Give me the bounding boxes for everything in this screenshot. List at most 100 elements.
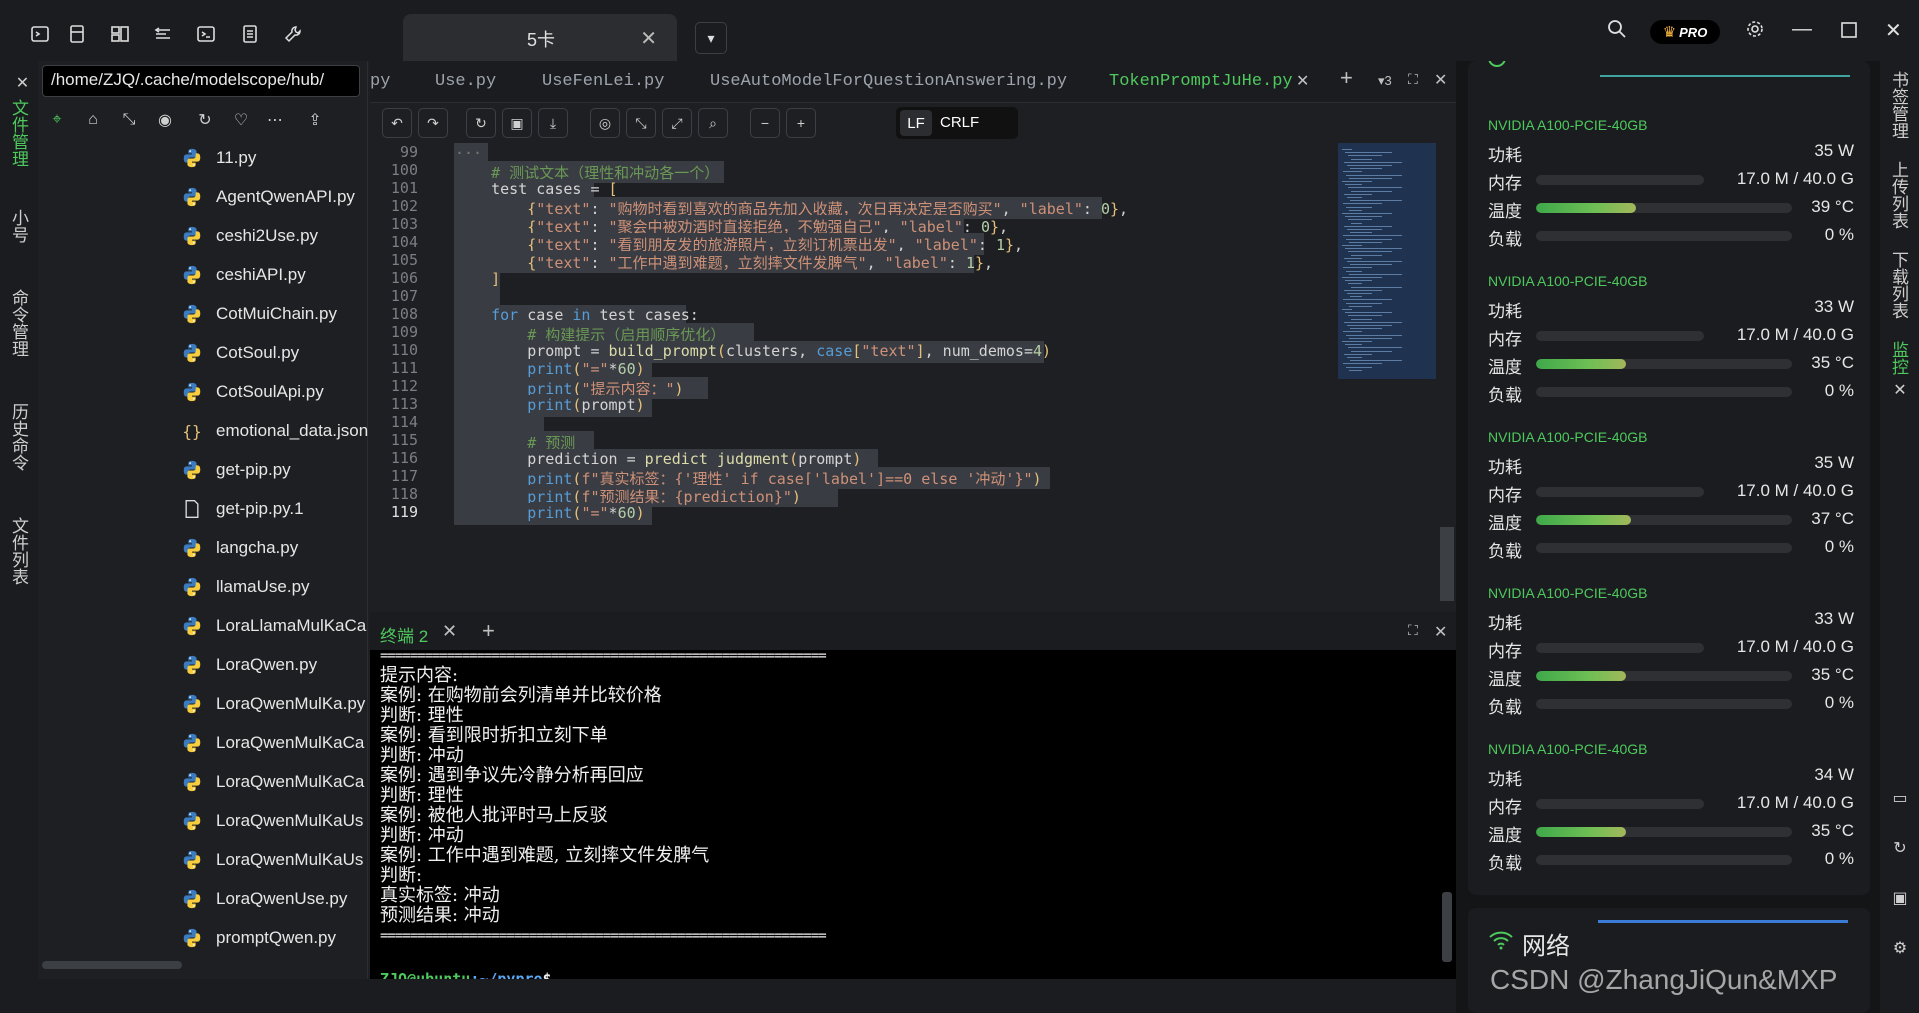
file-list-item[interactable]: llamaUse.py — [180, 572, 368, 602]
minimap-line — [1350, 168, 1382, 170]
close-icon[interactable]: ✕ — [442, 621, 457, 642]
tab-count[interactable]: ▾3 — [1378, 73, 1392, 89]
close-panel-icon[interactable]: ✕ — [1434, 70, 1447, 90]
vertical-scrollbar[interactable] — [1442, 892, 1452, 962]
sidebar-item-monitor[interactable]: 监控 — [1889, 341, 1911, 375]
sidebar-item-download-list[interactable]: 下载列表 — [1889, 251, 1911, 319]
file-list-item[interactable]: LoraLlamaMulKaCa — [180, 611, 368, 641]
sidebar-item-commands[interactable]: 命令管理 — [9, 289, 31, 357]
layout-icon[interactable] — [110, 24, 130, 44]
code-area[interactable]: 99 ··· 100 # 测试文本（理性和冲动各一个） 101 test_case… — [370, 143, 1456, 608]
terminal-output[interactable]: ========================================… — [370, 648, 1440, 988]
file-list-item[interactable]: CotMuiChain.py — [180, 299, 368, 329]
editor-tab[interactable]: Use.py — [435, 72, 496, 91]
compass-icon[interactable]: ◎ — [590, 108, 620, 138]
horizontal-scrollbar[interactable] — [42, 961, 182, 969]
search-icon[interactable] — [1607, 19, 1627, 39]
add-terminal-icon[interactable]: + — [482, 618, 495, 644]
reload-icon[interactable]: ↻ — [466, 108, 496, 138]
bookmark-icon[interactable] — [67, 24, 87, 44]
file-list-item[interactable]: LoraQwen.py — [180, 650, 368, 680]
zoom-in-icon[interactable]: + — [786, 108, 816, 138]
file-list-item[interactable]: CotSoulApi.py — [180, 377, 368, 407]
editor-tab[interactable]: UseFenLei.py — [542, 72, 664, 91]
locate-icon[interactable]: ⌖ — [42, 105, 72, 135]
minimize-icon[interactable]: — — [1792, 18, 1812, 41]
search-icon[interactable]: ⌕ — [698, 108, 728, 138]
file-list-item[interactable]: ceshi2Use.py — [180, 221, 368, 251]
file-list-item[interactable]: LoraQwenMulKaUs — [180, 845, 368, 875]
close-icon[interactable]: ✕ — [1296, 71, 1309, 91]
close-panel-icon[interactable]: ✕ — [1434, 622, 1447, 642]
path-input[interactable]: /home/ZJQ/.cache/modelscope/hub/ — [42, 65, 360, 97]
file-list-item[interactable]: promptQwen.py — [180, 923, 368, 953]
editor-tab[interactable]: UseAutoModelForQuestionAnswering.py — [710, 72, 1067, 91]
upload-icon[interactable]: ⇪ — [300, 105, 330, 135]
close-window-icon[interactable]: ✕ — [1885, 18, 1902, 43]
eol-crlf-option[interactable]: CRLF — [940, 114, 979, 131]
new-terminal-icon[interactable] — [30, 24, 50, 44]
sidebar-item-history[interactable]: 历史命令 — [9, 403, 31, 471]
file-list-item[interactable]: {} emotional_data.json — [180, 416, 368, 446]
sidebar-item-file-list[interactable]: 文件列表 — [9, 517, 31, 585]
file-list-item[interactable]: get-pip.py.1 — [180, 494, 368, 524]
terminal-tab[interactable]: 终端 2 — [380, 622, 428, 647]
file-list-item[interactable]: LoraQwenUse.py — [180, 884, 368, 914]
pro-badge[interactable]: ♛ PRO — [1650, 20, 1720, 44]
close-icon[interactable]: ✕ — [640, 26, 657, 51]
maximize-icon[interactable] — [1839, 20, 1859, 40]
file-list-item[interactable]: ceshiAPI.py — [180, 260, 368, 290]
sidebar-item-file-manager[interactable]: 文件管理 — [9, 99, 31, 167]
zoom-out-icon[interactable]: − — [750, 108, 780, 138]
transfer-icon[interactable] — [153, 24, 173, 44]
shrink-icon[interactable]: ⤡ — [626, 108, 656, 138]
save-icon[interactable]: ▣ — [1889, 887, 1911, 909]
file-icon[interactable] — [240, 24, 260, 44]
session-tab[interactable]: 5卡 ✕ — [403, 14, 677, 61]
file-list-item[interactable]: 11.py — [180, 143, 368, 173]
file-list-item[interactable]: LoraQwenMulKaCa — [180, 728, 368, 758]
expand-icon[interactable]: ⛶ — [1408, 622, 1418, 639]
vertical-scrollbar[interactable] — [1440, 527, 1454, 601]
add-tab-icon[interactable]: + — [1340, 65, 1353, 91]
close-icon[interactable]: ✕ — [9, 73, 31, 92]
eol-lf-option[interactable]: LF — [900, 110, 932, 136]
file-list-item[interactable]: LoraQwenMulKaUs — [180, 806, 368, 836]
file-list-item[interactable]: AgentQwenAPI.py — [180, 182, 368, 212]
chevron-down-icon[interactable]: ▾ — [695, 22, 727, 54]
redo-icon[interactable]: ↷ — [418, 108, 448, 138]
expand-icon[interactable]: ⛶ — [1408, 71, 1418, 88]
code-editor: py Use.py UseFenLei.py UseAutoModelForQu… — [370, 61, 1456, 608]
left-activity-bar: ✕ 文件管理 小号 命令管理 历史命令 文件列表 — [0, 61, 38, 1013]
undo-icon[interactable]: ↶ — [382, 108, 412, 138]
minimap[interactable] — [1338, 143, 1436, 379]
editor-tab-active[interactable]: TokenPromptJuHe.py — [1109, 72, 1293, 91]
close-icon[interactable]: ✕ — [1889, 379, 1911, 401]
command-icon[interactable] — [196, 24, 216, 44]
expand-icon[interactable]: ⤢ — [662, 108, 692, 138]
file-list-item[interactable]: LoraQwenMulKa.py — [180, 689, 368, 719]
gear-icon[interactable]: ⚙ — [1889, 937, 1911, 959]
terminal-icon[interactable]: ▭ — [1889, 787, 1911, 809]
gear-icon[interactable] — [1745, 19, 1765, 39]
eye-icon[interactable]: ◉ — [150, 105, 180, 135]
sidebar-item-small[interactable]: 小号 — [9, 209, 31, 243]
save-icon[interactable]: ▣ — [502, 108, 532, 138]
file-list-item[interactable]: get-pip.py — [180, 455, 368, 485]
gpu-memory-value: 17.0 M / 40.0 G — [1736, 793, 1854, 812]
sidebar-item-bookmarks[interactable]: 书签管理 — [1889, 71, 1911, 139]
more-icon[interactable]: ⋯ — [260, 105, 290, 135]
editor-tab[interactable]: py — [370, 72, 390, 91]
file-list-item[interactable]: CotSoul.py — [180, 338, 368, 368]
home-icon[interactable]: ⌂ — [78, 105, 108, 135]
refresh-icon[interactable]: ↻ — [1889, 837, 1911, 859]
wrench-icon[interactable] — [283, 24, 303, 44]
download-icon[interactable]: ⤓ — [538, 108, 568, 138]
file-list-item[interactable]: LoraQwenMulKaCa — [180, 767, 368, 797]
sidebar-item-upload-list[interactable]: 上传列表 — [1889, 161, 1911, 229]
file-list-item[interactable]: langcha.py — [180, 533, 368, 563]
line-ending-switch[interactable]: LF CRLF — [896, 107, 1018, 139]
collapse-icon[interactable]: ⤡ — [114, 105, 144, 135]
heart-icon[interactable]: ♡ — [226, 105, 256, 135]
refresh-icon[interactable]: ↻ — [190, 105, 220, 135]
